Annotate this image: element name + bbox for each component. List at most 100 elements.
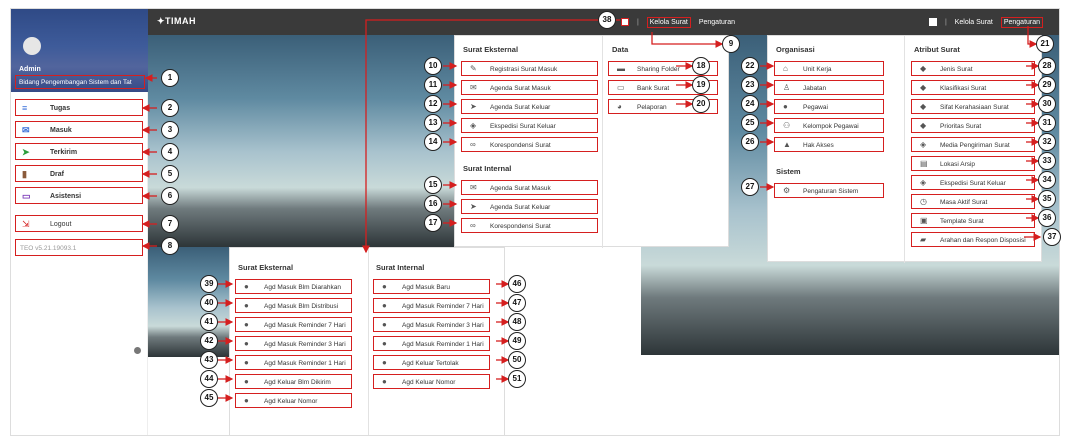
nav-pengaturan[interactable]: Pengaturan (699, 19, 735, 26)
template-icon: ▣ (920, 216, 928, 225)
callout-19: 19 (692, 76, 710, 94)
agd-keluar-blm-dikirim[interactable]: ● Agd Keluar Blm Dikirim (235, 374, 352, 389)
sidebar: Admin Bidang Pengembangan Sistem dan Tat… (11, 9, 148, 435)
agd-masuk-reminder-1[interactable]: ● Agd Masuk Reminder 1 Hari (235, 355, 352, 370)
callout-39: 39 (200, 275, 218, 293)
bookmark-icon-right[interactable] (929, 18, 937, 27)
callout-10: 10 (424, 57, 442, 75)
bookmark-icon[interactable] (621, 18, 629, 27)
template-surat[interactable]: ▣ Template Surat (911, 213, 1035, 228)
jabatan[interactable]: ♙ Jabatan (774, 80, 884, 95)
jenis-surat[interactable]: ◆ Jenis Surat (911, 61, 1035, 76)
info-icon: ● (382, 358, 387, 367)
scroll-icon[interactable] (134, 347, 141, 354)
agenda-surat-masuk[interactable]: ✉ Agenda Surat Masuk (461, 80, 598, 95)
callout-47: 47 (508, 294, 526, 312)
int-agd-masuk-reminder-1[interactable]: ● Agd Masuk Reminder 1 Hari (373, 336, 490, 351)
lokasi-arsip[interactable]: ▤ Lokasi Arsip (911, 156, 1035, 171)
agd-keluar-nomor[interactable]: ● Agd Keluar Nomor (235, 393, 352, 408)
nav-pengaturan-right[interactable]: Pengaturan (1000, 17, 1044, 28)
hak-akses[interactable]: ▲ Hak Akses (774, 137, 884, 152)
callout-41: 41 (200, 313, 218, 331)
callout-7: 7 (161, 215, 179, 233)
internal-agenda-surat-masuk[interactable]: ✉ Agenda Surat Masuk (461, 180, 598, 195)
tag-icon: ◆ (920, 121, 927, 130)
agd-masuk-reminder-7[interactable]: ● Agd Masuk Reminder 7 Hari (235, 317, 352, 332)
callout-29: 29 (1038, 76, 1056, 94)
agd-masuk-blm-diarahkan[interactable]: ● Agd Masuk Blm Diarahkan (235, 279, 352, 294)
menu-tugas[interactable]: ≡ Tugas (15, 99, 143, 116)
menu-terkirim[interactable]: ➤ Terkirim (15, 143, 143, 160)
int-agd-keluar-nomor[interactable]: ● Agd Keluar Nomor (373, 374, 490, 389)
media-pengiriman-surat[interactable]: ◈ Media Pengiriman Surat (911, 137, 1035, 152)
nav-kelola-surat-right[interactable]: Kelola Surat (955, 19, 993, 26)
ekspedisi-surat-keluar[interactable]: ◈ Ekspedisi Surat Keluar (461, 118, 598, 133)
home-icon: ⌂ (783, 64, 788, 73)
korespondensi-surat[interactable]: ∞ Korespondensi Surat (461, 137, 598, 152)
divider (904, 36, 905, 263)
organisasi-heading: Organisasi (776, 45, 815, 54)
callout-21: 21 (1036, 35, 1054, 53)
monitor-icon: ▭ (22, 191, 31, 201)
pengaturan-sistem[interactable]: ⚙ Pengaturan Sistem (774, 183, 884, 198)
int-agd-masuk-baru[interactable]: ● Agd Masuk Baru (373, 279, 490, 294)
klasifikasi-surat[interactable]: ◆ Klasifikasi Surat (911, 80, 1035, 95)
callout-26: 26 (741, 133, 759, 151)
int-agd-masuk-reminder-3[interactable]: ● Agd Masuk Reminder 3 Hari (373, 317, 490, 332)
internal-korespondensi-surat[interactable]: ∞ Korespondensi Surat (461, 218, 598, 233)
pengaturan-dropdown: Organisasi ⌂ Unit Kerja ♙ Jabatan ● Pegawai… (767, 35, 1042, 263)
agenda-surat-keluar[interactable]: ➤ Agenda Surat Keluar (461, 99, 598, 114)
registrasi-surat-masuk[interactable]: ✎ Registrasi Surat Masuk (461, 61, 598, 76)
agd-masuk-reminder-3[interactable]: ● Agd Masuk Reminder 3 Hari (235, 336, 352, 351)
masa-aktif-surat[interactable]: ◷ Masa Aktif Surat (911, 194, 1035, 209)
menu-draf[interactable]: ▮ Draf (15, 165, 143, 182)
sifat-kerahasiaan-surat[interactable]: ◆ Sifat Kerahasiaan Surat (911, 99, 1035, 114)
ekspedisi-surat-keluar-attr[interactable]: ◈ Ekspedisi Surat Keluar (911, 175, 1035, 190)
info-icon: ● (382, 301, 387, 310)
callout-36: 36 (1038, 209, 1056, 227)
agd-masuk-blm-distribusi[interactable]: ● Agd Masuk Blm Distribusi (235, 298, 352, 313)
callout-49: 49 (508, 332, 526, 350)
menu-logout[interactable]: ⇲ Logout (15, 215, 143, 232)
callout-5: 5 (161, 165, 179, 183)
internal-agenda-surat-keluar[interactable]: ➤ Agenda Surat Keluar (461, 199, 598, 214)
top-bar: ✦TIMAH | Kelola Surat Pengaturan | Kelol… (11, 9, 1059, 35)
info-icon: ● (244, 377, 249, 386)
avatar[interactable] (23, 37, 41, 55)
users-icon: ⚇ (783, 121, 791, 130)
callout-25: 25 (741, 114, 759, 132)
callout-38: 38 (598, 11, 616, 29)
callout-17: 17 (424, 214, 442, 232)
int-agd-keluar-tertolak[interactable]: ● Agd Keluar Tertolak (373, 355, 490, 370)
callout-46: 46 (508, 275, 526, 293)
callout-22: 22 (741, 57, 759, 75)
menu-masuk[interactable]: ✉ Masuk (15, 121, 143, 138)
int-agd-masuk-reminder-7[interactable]: ● Agd Masuk Reminder 7 Hari (373, 298, 490, 313)
callout-9: 9 (722, 35, 740, 53)
nav-kelola-surat[interactable]: Kelola Surat (646, 17, 691, 28)
callout-31: 31 (1038, 114, 1056, 132)
envelope-icon: ✉ (470, 83, 477, 92)
callout-43: 43 (200, 351, 218, 369)
chart-icon: ◕ (617, 102, 622, 111)
prioritas-surat[interactable]: ◆ Prioritas Surat (911, 118, 1035, 133)
menu-asistensi[interactable]: ▭ Asistensi (15, 187, 143, 204)
version-label: TEO v5.21.19093.1 (15, 239, 143, 256)
arahan-dan-respon-disposisi[interactable]: ▰ Arahan dan Respon Disposisi (911, 232, 1035, 247)
info-icon: ● (382, 377, 387, 386)
clock-icon: ◷ (920, 197, 927, 206)
pencil-icon: ✎ (470, 64, 477, 73)
pegawai[interactable]: ● Pegawai (774, 99, 884, 114)
callout-23: 23 (741, 76, 759, 94)
tag-icon: ◆ (920, 64, 927, 73)
surat-eksternal-heading: Surat Eksternal (463, 45, 519, 54)
kelompok-pegawai[interactable]: ⚇ Kelompok Pegawai (774, 118, 884, 133)
comment-icon: ▰ (920, 235, 927, 244)
callout-16: 16 (424, 195, 442, 213)
sistem-heading: Sistem (776, 167, 801, 176)
unit-kerja[interactable]: ⌂ Unit Kerja (774, 61, 884, 76)
callout-2: 2 (161, 99, 179, 117)
callout-6: 6 (161, 187, 179, 205)
inbox-icon: ▭ (617, 83, 625, 92)
user-unit: Bidang Pengembangan Sistem dan Tat (15, 75, 145, 89)
